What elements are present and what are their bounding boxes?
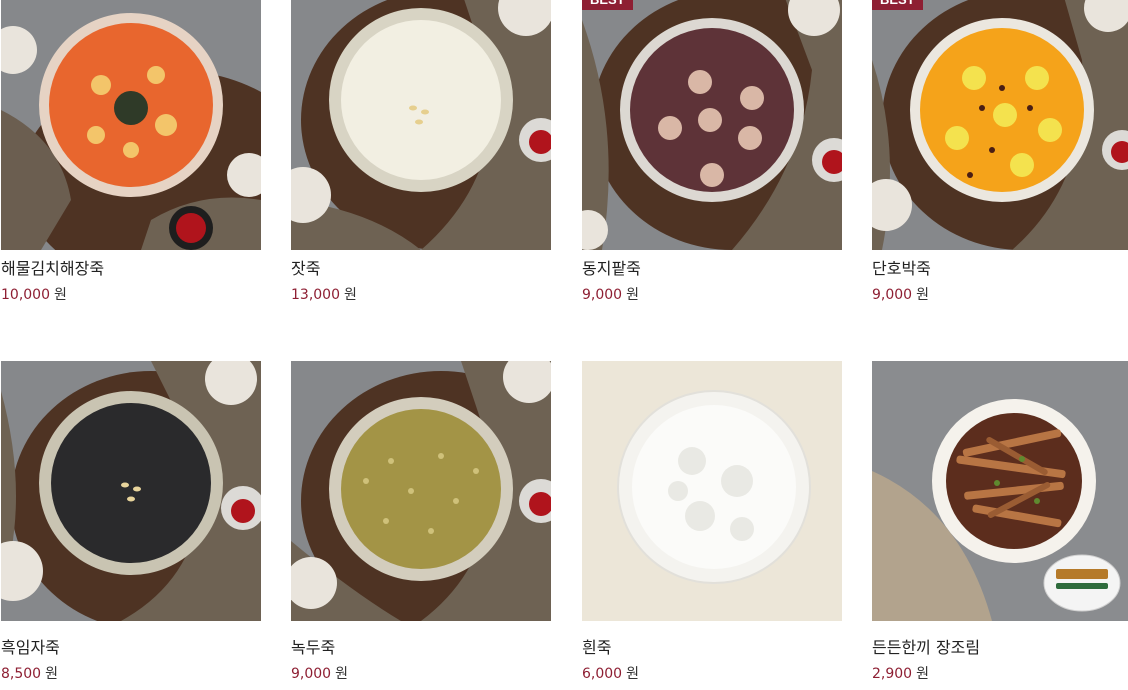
product-name[interactable]: 든든한끼 장조림	[872, 634, 980, 658]
price-unit: 원	[344, 287, 357, 303]
product-image[interactable]	[1, 361, 261, 621]
product-card[interactable]: 흑임자죽 8,500 원	[1, 361, 261, 690]
product-price: 8,500 원	[1, 663, 58, 683]
price-value: 9,000	[582, 287, 623, 303]
price-unit: 원	[626, 666, 639, 682]
product-card[interactable]: 잣죽 13,000 원	[291, 0, 551, 320]
product-name[interactable]: 단호박죽	[872, 255, 931, 279]
product-grid: 해물김치해장죽 10,000 원 잣죽 13,000 원 동지팥죽 9,000 …	[0, 0, 1128, 690]
product-image[interactable]	[1, 0, 261, 250]
product-price: 9,000 원	[291, 663, 348, 683]
product-image[interactable]	[582, 361, 842, 621]
product-price: 6,000 원	[582, 663, 639, 683]
price-unit: 원	[916, 287, 929, 303]
price-value: 2,900	[872, 666, 913, 682]
product-card[interactable]: BEST 동지팥죽 9,000원	[582, 0, 842, 320]
product-image[interactable]	[872, 361, 1128, 621]
price-value: 9,000	[291, 666, 332, 682]
product-name[interactable]: 잣죽	[291, 255, 320, 279]
product-name[interactable]: 흰죽	[582, 634, 611, 658]
price-value: 13,000	[291, 287, 340, 303]
product-name[interactable]: 동지팥죽	[582, 255, 641, 279]
product-price: 9,000 원	[582, 284, 639, 304]
product-card[interactable]: 흰죽 6,000 원	[582, 361, 842, 690]
best-badge: BEST	[872, 0, 923, 10]
price-unit: 원	[626, 287, 639, 303]
product-price: 13,000 원	[291, 284, 357, 304]
product-image[interactable]: BEST	[582, 0, 842, 250]
price-unit: 원	[335, 666, 348, 682]
product-card[interactable]: 녹두죽 9,000 원	[291, 361, 551, 690]
product-image[interactable]: BEST	[872, 0, 1128, 250]
price-unit: 원	[54, 287, 67, 303]
best-badge: BEST	[582, 0, 633, 10]
price-value: 8,500	[1, 666, 42, 682]
product-card[interactable]: 든든한끼 장조림 2,900 원	[872, 361, 1128, 690]
price-unit: 원	[916, 666, 929, 682]
product-price: 10,000 원	[1, 284, 67, 304]
product-image[interactable]	[291, 361, 551, 621]
product-name[interactable]: 흑임자죽	[1, 634, 60, 658]
product-card[interactable]: BEST 단호박죽 9,000원	[872, 0, 1128, 320]
price-unit: 원	[45, 666, 58, 682]
product-image[interactable]	[291, 0, 551, 250]
price-value: 9,000	[872, 287, 913, 303]
product-price: 9,000 원	[872, 284, 929, 304]
product-price: 2,900 원	[872, 663, 929, 683]
product-name[interactable]: 녹두죽	[291, 634, 335, 658]
price-value: 10,000	[1, 287, 50, 303]
product-card[interactable]: 해물김치해장죽 10,000 원	[1, 0, 261, 320]
price-value: 6,000	[582, 666, 623, 682]
product-name[interactable]: 해물김치해장죽	[1, 255, 104, 279]
